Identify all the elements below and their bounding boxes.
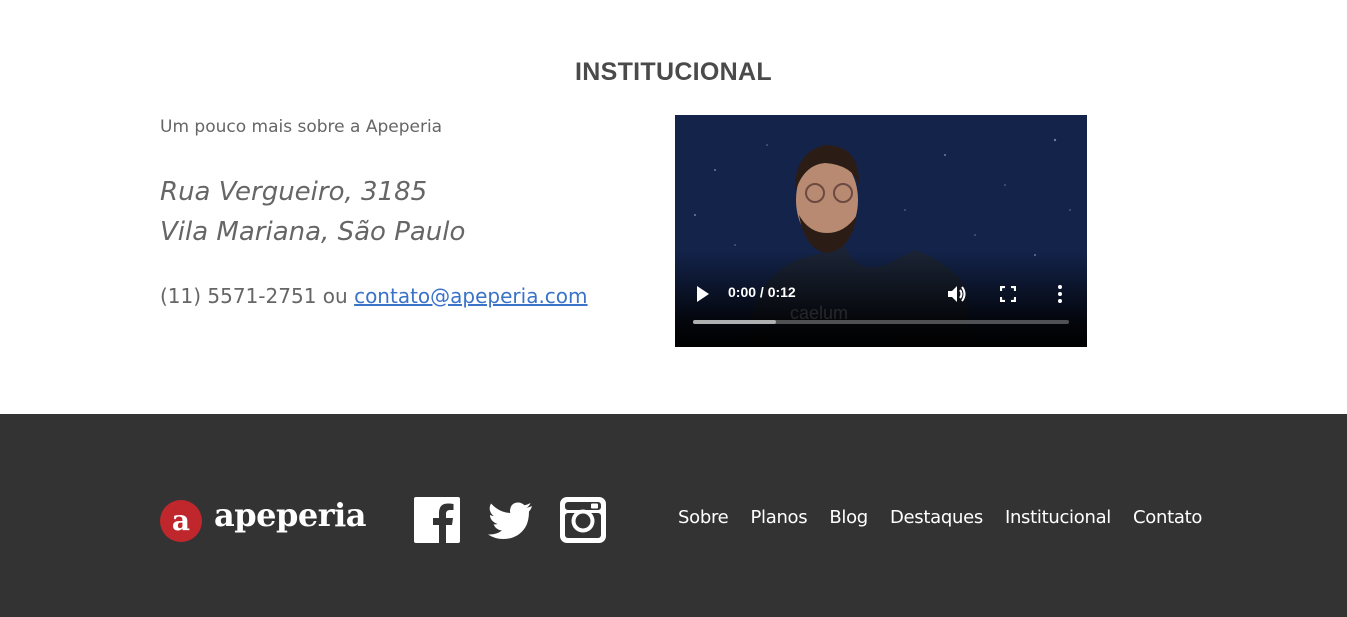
video-player[interactable]: 0:00 / 0:12 caelum bbox=[675, 115, 1087, 347]
address-line-city: Vila Mariana, São Paulo bbox=[160, 217, 466, 247]
facebook-icon[interactable] bbox=[414, 497, 460, 543]
footer: a apeperia Sobre Planos Blog Destaques I… bbox=[0, 414, 1347, 617]
contact-connector: ou bbox=[316, 284, 355, 308]
nav-link-destaques[interactable]: Destaques bbox=[890, 507, 983, 528]
play-icon[interactable] bbox=[695, 285, 711, 303]
section-title: INSTITUCIONAL bbox=[575, 58, 772, 86]
nav-link-sobre[interactable]: Sobre bbox=[678, 507, 729, 528]
footer-nav: Sobre Planos Blog Destaques Instituciona… bbox=[678, 507, 1202, 528]
fullscreen-icon[interactable] bbox=[1000, 286, 1016, 302]
nav-link-planos[interactable]: Planos bbox=[750, 507, 807, 528]
logo-text: apeperia bbox=[214, 496, 366, 534]
logo-mark: a bbox=[160, 500, 202, 542]
twitter-icon[interactable] bbox=[487, 497, 533, 543]
more-vertical-icon[interactable] bbox=[1056, 284, 1064, 304]
nav-link-institucional[interactable]: Institucional bbox=[1005, 507, 1111, 528]
video-buffer-bar bbox=[693, 320, 776, 324]
svg-text:a: a bbox=[172, 504, 190, 537]
nav-link-contato[interactable]: Contato bbox=[1133, 507, 1202, 528]
address: Rua Vergueiro, 3185 Vila Mariana, São Pa… bbox=[160, 172, 465, 252]
phone-number: (11) 5571-2751 bbox=[160, 284, 317, 308]
volume-icon[interactable] bbox=[945, 283, 967, 305]
instagram-icon[interactable] bbox=[560, 497, 606, 543]
nav-link-blog[interactable]: Blog bbox=[829, 507, 868, 528]
video-watermark: caelum bbox=[790, 303, 849, 323]
video-progress-track[interactable] bbox=[693, 320, 1069, 324]
address-line-street: Rua Vergueiro, 3185 bbox=[160, 177, 428, 207]
email-link[interactable]: contato@apeperia.com bbox=[354, 284, 587, 308]
contact-line: (11) 5571-2751 ou contato@apeperia.com bbox=[160, 284, 588, 308]
section-subtitle: Um pouco mais sobre a Apeperia bbox=[160, 117, 443, 137]
video-time: 0:00 / 0:12 bbox=[728, 284, 796, 300]
